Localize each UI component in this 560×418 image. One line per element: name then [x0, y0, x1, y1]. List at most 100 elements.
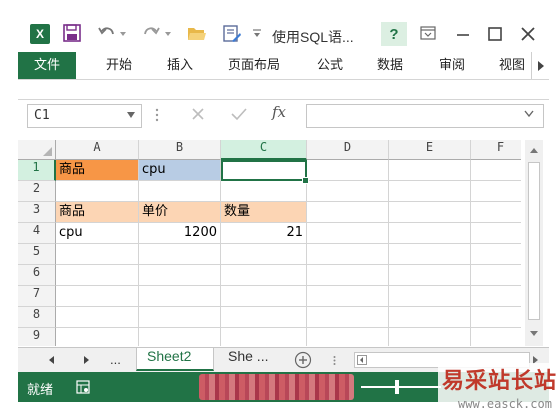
- row-header-4[interactable]: 4: [18, 223, 56, 244]
- zoom-slider-track[interactable]: [361, 386, 441, 388]
- ribbon-display-options-icon[interactable]: [420, 26, 436, 40]
- cell-e9[interactable]: [389, 328, 471, 346]
- cell-d5[interactable]: [307, 244, 389, 265]
- tab-file[interactable]: 文件: [18, 52, 76, 79]
- cell-d4[interactable]: [307, 223, 389, 244]
- cell-f2[interactable]: [471, 181, 521, 202]
- open-folder-icon[interactable]: [187, 24, 207, 42]
- cell-c2[interactable]: [221, 181, 307, 202]
- cell-d6[interactable]: [307, 265, 389, 286]
- vertical-scroll-thumb[interactable]: [528, 162, 540, 320]
- cell-b1[interactable]: cpu: [139, 160, 221, 181]
- close-icon[interactable]: [519, 25, 537, 43]
- macro-recording-icon[interactable]: [76, 380, 90, 394]
- cell-c4[interactable]: 21: [221, 223, 307, 244]
- tab-sheet2[interactable]: Sheet2: [136, 348, 214, 371]
- cell-e6[interactable]: [389, 265, 471, 286]
- next-sheet-icon[interactable]: [82, 356, 90, 364]
- tab-view[interactable]: 视图: [499, 52, 525, 79]
- tab-page-layout[interactable]: 页面布局: [228, 52, 280, 79]
- cell-e2[interactable]: [389, 181, 471, 202]
- row-header-9[interactable]: 9: [18, 328, 56, 346]
- name-box[interactable]: C1: [27, 104, 142, 128]
- tab-data[interactable]: 数据: [377, 52, 403, 79]
- cell-c3[interactable]: 数量: [221, 202, 307, 223]
- cell-f6[interactable]: [471, 265, 521, 286]
- cell-e8[interactable]: [389, 307, 471, 328]
- scroll-down-icon[interactable]: [525, 326, 543, 342]
- ribbon-tabs-scroll-right[interactable]: [531, 52, 550, 79]
- cell-d3[interactable]: [307, 202, 389, 223]
- cell-d2[interactable]: [307, 181, 389, 202]
- help-button[interactable]: ?: [381, 22, 407, 46]
- cell-b7[interactable]: [139, 286, 221, 307]
- column-header-c[interactable]: C: [221, 140, 307, 160]
- cell-a6[interactable]: [56, 265, 139, 286]
- minimize-icon[interactable]: [455, 26, 471, 42]
- cell-c5[interactable]: [221, 244, 307, 265]
- cell-e7[interactable]: [389, 286, 471, 307]
- vertical-scrollbar[interactable]: [525, 140, 543, 346]
- cell-b4[interactable]: 1200: [139, 223, 221, 244]
- select-all-button[interactable]: [18, 140, 56, 160]
- row-header-8[interactable]: 8: [18, 307, 56, 328]
- scroll-up-icon[interactable]: [525, 142, 543, 158]
- cell-a9[interactable]: [56, 328, 139, 346]
- tab-home[interactable]: 开始: [106, 52, 132, 79]
- cell-b2[interactable]: [139, 181, 221, 202]
- form-icon[interactable]: [222, 24, 242, 44]
- more-sheets-button[interactable]: ...: [110, 352, 121, 367]
- chevron-down-icon[interactable]: [127, 112, 135, 118]
- tab-insert[interactable]: 插入: [167, 52, 193, 79]
- row-header-7[interactable]: 7: [18, 286, 56, 307]
- cell-d1[interactable]: [307, 160, 389, 181]
- tab-review[interactable]: 审阅: [439, 52, 465, 79]
- column-header-a[interactable]: A: [56, 140, 139, 160]
- cell-e3[interactable]: [389, 202, 471, 223]
- cell-e1[interactable]: [389, 160, 471, 181]
- previous-sheet-icon[interactable]: [48, 356, 56, 364]
- row-header-1[interactable]: 1: [18, 160, 56, 181]
- cell-b5[interactable]: [139, 244, 221, 265]
- confirm-entry-icon[interactable]: [230, 106, 248, 122]
- row-header-6[interactable]: 6: [18, 265, 56, 286]
- undo-icon[interactable]: [98, 24, 116, 42]
- cell-c8[interactable]: [221, 307, 307, 328]
- cell-c1[interactable]: [221, 160, 307, 181]
- cell-c6[interactable]: [221, 265, 307, 286]
- row-header-2[interactable]: 2: [18, 181, 56, 202]
- cell-a7[interactable]: [56, 286, 139, 307]
- formula-bar-grip-icon[interactable]: [154, 106, 160, 124]
- cell-a1[interactable]: 商品: [56, 160, 139, 181]
- save-icon[interactable]: [63, 24, 81, 42]
- tab-formulas[interactable]: 公式: [317, 52, 343, 79]
- cell-c9[interactable]: [221, 328, 307, 346]
- cell-f8[interactable]: [471, 307, 521, 328]
- cancel-entry-icon[interactable]: [190, 106, 206, 122]
- column-header-d[interactable]: D: [307, 140, 389, 160]
- column-header-f[interactable]: F: [471, 140, 521, 160]
- cell-f1[interactable]: [471, 160, 521, 181]
- cell-b6[interactable]: [139, 265, 221, 286]
- scroll-left-icon[interactable]: [357, 355, 367, 365]
- maximize-icon[interactable]: [487, 26, 503, 42]
- cell-a3[interactable]: 商品: [56, 202, 139, 223]
- cell-d8[interactable]: [307, 307, 389, 328]
- insert-function-button[interactable]: fx: [272, 103, 286, 121]
- add-sheet-icon[interactable]: [294, 351, 312, 369]
- cell-e5[interactable]: [389, 244, 471, 265]
- formula-input[interactable]: [306, 104, 544, 128]
- cell-f9[interactable]: [471, 328, 521, 346]
- customize-qat-icon[interactable]: [252, 28, 262, 38]
- redo-icon[interactable]: [142, 24, 160, 42]
- cell-d7[interactable]: [307, 286, 389, 307]
- cell-d9[interactable]: [307, 328, 389, 346]
- cell-a4[interactable]: cpu: [56, 223, 139, 244]
- cell-a2[interactable]: [56, 181, 139, 202]
- cell-b9[interactable]: [139, 328, 221, 346]
- cell-e4[interactable]: [389, 223, 471, 244]
- cell-f4[interactable]: [471, 223, 521, 244]
- fill-handle[interactable]: [302, 177, 309, 184]
- cell-a8[interactable]: [56, 307, 139, 328]
- cell-c7[interactable]: [221, 286, 307, 307]
